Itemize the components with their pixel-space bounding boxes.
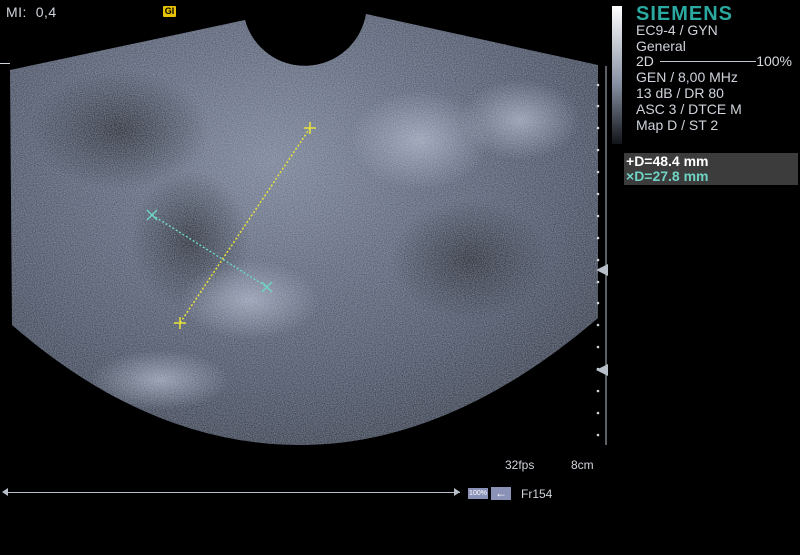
transducer-label: EC9-4 / GYN — [636, 22, 718, 38]
cine-end-icon[interactable] — [454, 488, 460, 496]
back-arrow-icon[interactable]: ← — [491, 487, 511, 500]
measurement-value: D=27.8 mm — [634, 168, 709, 184]
scan-sector — [10, 14, 598, 445]
cine-scrollbar[interactable] — [4, 492, 460, 493]
mode-row: 2D 100% — [636, 53, 800, 69]
measurement-row[interactable]: ×D=27.8 mm — [626, 169, 709, 184]
frame-number: Fr154 — [521, 487, 553, 501]
power-value: 100% — [756, 53, 792, 69]
param-gain: 13 dB / DR 80 — [636, 85, 724, 101]
focus-marker-icon — [596, 364, 608, 376]
measurement-value: D=48.4 mm — [634, 153, 709, 169]
caliper-plus-icon: + — [626, 153, 635, 169]
measurement-row[interactable]: +D=48.4 mm — [626, 154, 709, 169]
zoom-button[interactable]: 100% — [468, 488, 488, 499]
mode-label: 2D — [636, 53, 654, 69]
param-asc: ASC 3 / DTCE M — [636, 101, 742, 117]
caliper-x-icon: × — [626, 168, 635, 184]
param-map: Map D / ST 2 — [636, 117, 719, 133]
measurement-box[interactable]: +D=48.4 mm ×D=27.8 mm — [624, 153, 798, 185]
frame-rate: 32fps — [505, 458, 535, 472]
grayscale-bar — [612, 6, 622, 144]
depth-value: 8cm — [571, 458, 594, 472]
preset-label: General — [636, 38, 686, 54]
param-freq: GEN / 8,00 MHz — [636, 69, 738, 85]
power-bar — [660, 61, 756, 62]
